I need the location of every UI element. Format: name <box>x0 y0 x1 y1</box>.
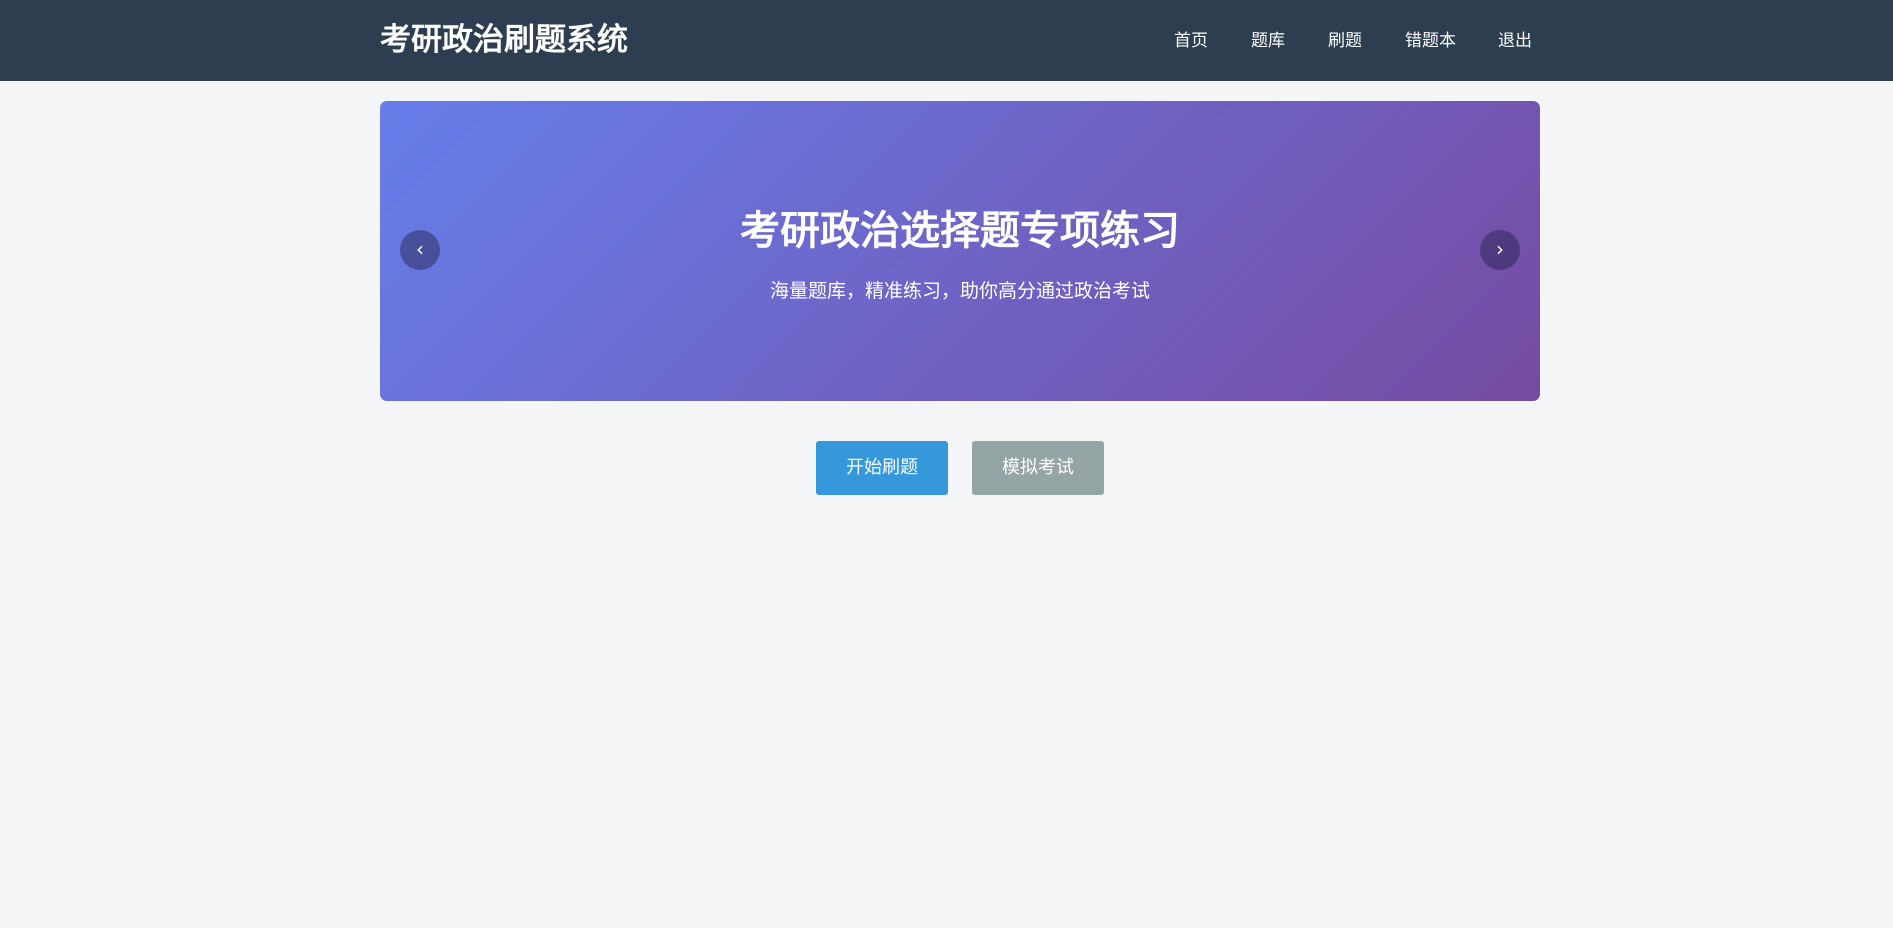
nav-home-link[interactable]: 首页 <box>1174 27 1208 55</box>
nav-logout-link[interactable]: 退出 <box>1498 27 1532 55</box>
mock-exam-button[interactable]: 模拟考试 <box>972 441 1104 495</box>
carousel-title: 考研政治选择题专项练习 <box>740 208 1180 254</box>
chevron-right-icon: › <box>1496 237 1504 261</box>
carousel-next-button[interactable]: › <box>1480 230 1520 270</box>
start-practice-button[interactable]: 开始刷题 <box>816 441 948 495</box>
top-navbar: 考研政治刷题系统 首页 题库 刷题 错题本 退出 <box>0 0 1893 81</box>
hero-carousel: ‹ 考研政治选择题专项练习 海量题库，精准练习，助你高分通过政治考试 › <box>380 101 1540 401</box>
site-title[interactable]: 考研政治刷题系统 <box>380 19 628 62</box>
carousel-subtitle: 海量题库，精准练习，助你高分通过政治考试 <box>769 280 1150 302</box>
nav-question-bank-link[interactable]: 题库 <box>1251 27 1285 55</box>
nav-wrong-answers-link[interactable]: 错题本 <box>1405 27 1456 55</box>
nav-practice-link[interactable]: 刷题 <box>1328 27 1362 55</box>
